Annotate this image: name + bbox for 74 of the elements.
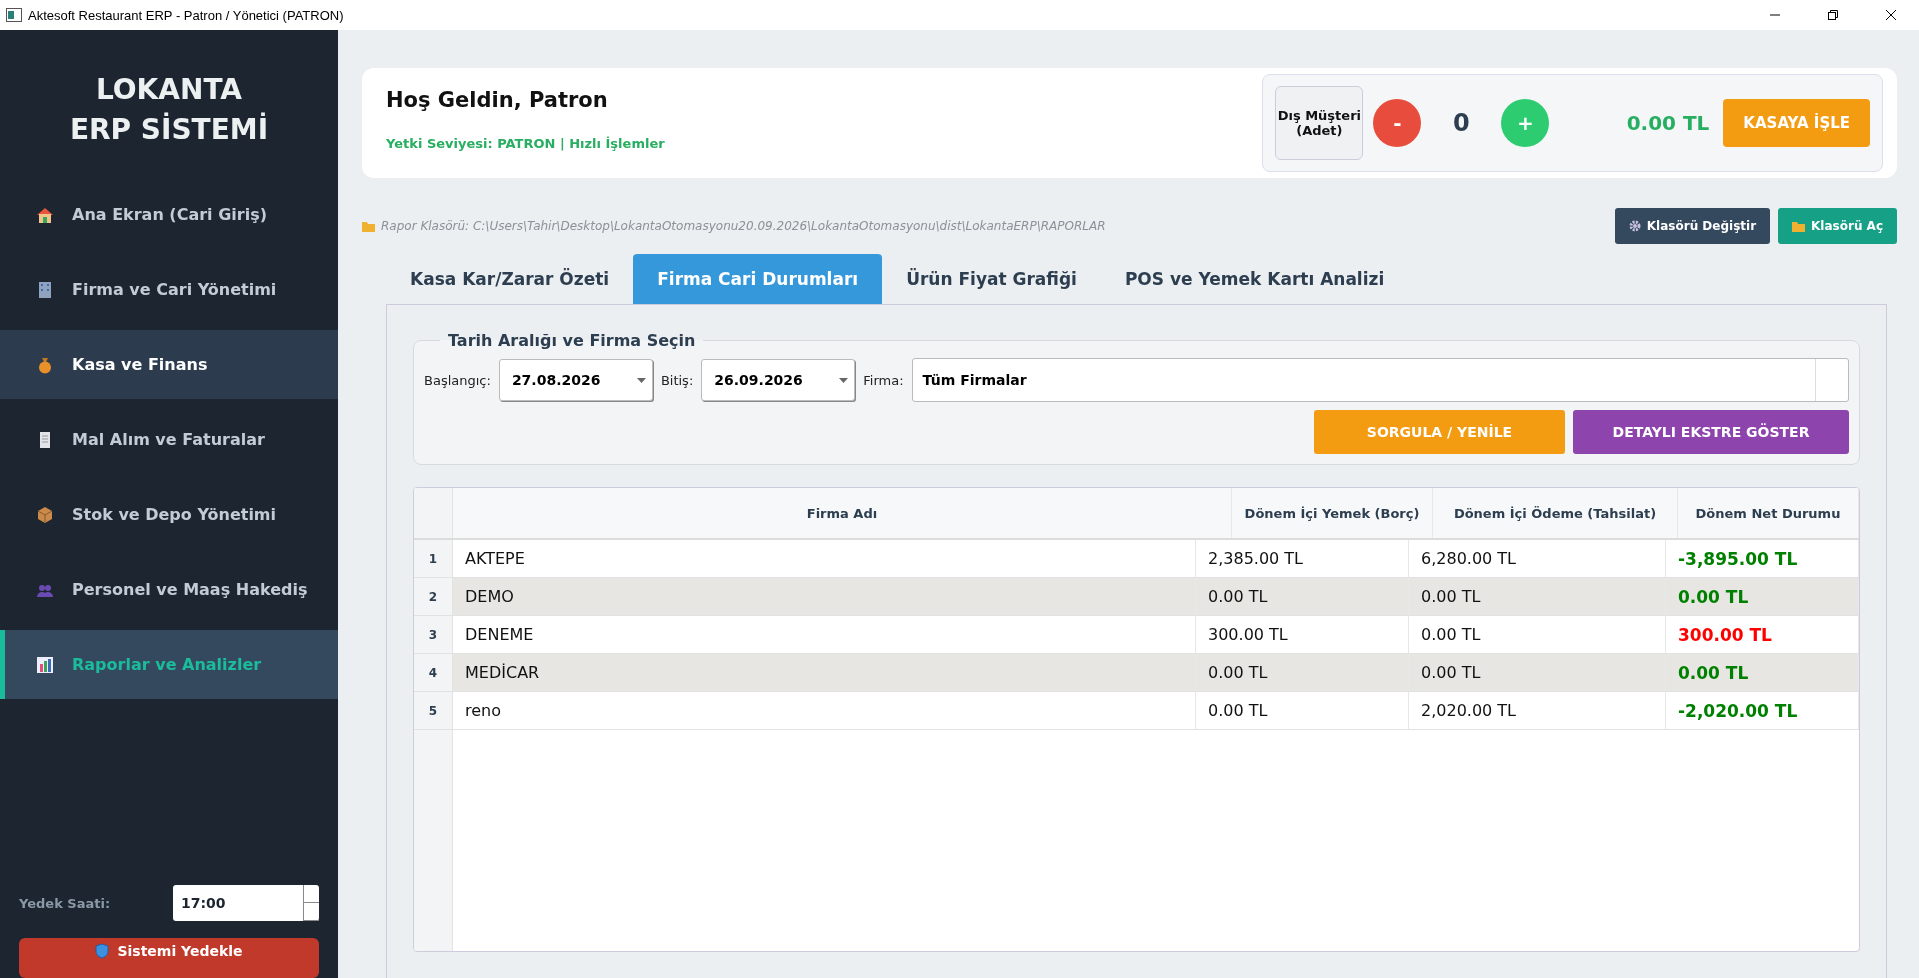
firm-label: Firma: [863, 372, 904, 388]
sidebar-item[interactable]: Raporlar ve Analizler [0, 630, 338, 699]
table-cell: 0.00 TL [1196, 578, 1409, 615]
column-header: Firma Adı [453, 488, 1232, 538]
table-cell: 300.00 TL [1196, 616, 1409, 653]
table-cell: 0.00 TL [1409, 654, 1666, 691]
row-number: 4 [414, 654, 453, 691]
row-number: 5 [414, 692, 453, 729]
tab[interactable]: Ürün Fiyat Grafiği [882, 254, 1101, 304]
permission-text: Yetki Seviyesi: PATRON | Hızlı İşlemler [386, 135, 665, 151]
dropdown-arrow-icon [839, 377, 849, 383]
row-number: 1 [414, 540, 453, 577]
decrement-button[interactable]: - [1373, 99, 1422, 147]
table-cell: 300.00 TL [1666, 616, 1859, 653]
sidebar-item[interactable]: Firma ve Cari Yönetimi [0, 255, 338, 324]
table-cell: 2,385.00 TL [1196, 540, 1409, 577]
sidebar-item[interactable]: Kasa ve Finans [0, 330, 338, 399]
sidebar-item[interactable]: Personel ve Maaş Hakediş [0, 555, 338, 624]
table-cell: 6,280.00 TL [1409, 540, 1666, 577]
tab[interactable]: POS ve Yemek Kartı Analizi [1100, 254, 1409, 304]
sidebar-item[interactable]: Mal Alım ve Faturalar [0, 405, 338, 474]
backup-time-label: Yedek Saati: [19, 895, 111, 911]
total-amount: 0.00 TL [1625, 111, 1710, 135]
column-header: Dönem İçi Ödeme (Tahsilat) [1433, 488, 1678, 538]
column-header: Dönem Net Durumu [1678, 488, 1859, 538]
backup-button[interactable]: Sistemi Yedekle [19, 938, 319, 978]
sidebar-item[interactable]: Ana Ekran (Cari Giriş) [0, 180, 338, 249]
end-date-label: Bitiş: [660, 372, 694, 388]
report-folder-path: Rapor Klasörü: C:\Users\Tahir\Desktop\LokantaOtomasyonu20.09.2026\LokantaOtomasyonu\dist\LokantaERP\RAPORLAR [381, 219, 1106, 233]
table-cell: DEMO [453, 578, 1196, 615]
restore-icon[interactable] [1827, 9, 1839, 21]
close-icon[interactable] [1885, 9, 1897, 21]
firm-dropdown[interactable]: Tüm Firmalar [911, 358, 1849, 402]
table-cell: -3,895.00 TL [1666, 540, 1859, 577]
row-number: 2 [414, 578, 453, 615]
table-cell: reno [453, 692, 1196, 729]
start-date-label: Başlangıç: [424, 372, 491, 388]
bar-chart-icon [36, 655, 54, 674]
table-cell: 0.00 TL [1196, 654, 1409, 691]
row-number: 3 [414, 616, 453, 653]
money-bag-icon [36, 355, 54, 374]
end-date-field[interactable]: 26.09.2026 [701, 359, 856, 401]
app-icon [6, 8, 22, 22]
table-cell: 0.00 TL [1409, 578, 1666, 615]
count-value: 0 [1452, 109, 1471, 137]
window-title: Aktesoft Restaurant ERP - Patron / Yönetici (PATRON) [28, 7, 344, 23]
folder-icon [362, 220, 375, 232]
table-cell: 0.00 TL [1409, 616, 1666, 653]
greeting-text: Hoş Geldin, Patron [386, 87, 609, 112]
sidebar-item[interactable]: Stok ve Depo Yönetimi [0, 480, 338, 549]
dropdown-arrow-icon [636, 377, 646, 383]
counter-label: Dış Müşteri (Adet) [1275, 86, 1364, 160]
table-cell: -2,020.00 TL [1666, 692, 1859, 729]
gear-icon [1628, 220, 1641, 232]
table-cell: 0.00 TL [1666, 654, 1859, 691]
folder-icon [1792, 220, 1806, 232]
table-cell: 0.00 TL [1196, 692, 1409, 729]
table-cell: DENEME [453, 616, 1196, 653]
table-cell: AKTEPE [453, 540, 1196, 577]
table-cell: MEDİCAR [453, 654, 1196, 691]
shield-icon [95, 943, 110, 959]
detail-statement-button[interactable]: DETAYLI EKSTRE GÖSTER [1573, 410, 1849, 454]
box-icon [36, 505, 54, 524]
building-icon [36, 280, 54, 299]
app-logo-text: LOKANTA ERP SİSTEMİ [68, 72, 270, 148]
filter-group-title: Tarih Aralığı ve Firma Seçin [447, 331, 697, 350]
change-folder-button[interactable]: Klasörü Değiştir [1614, 208, 1771, 244]
start-date-field[interactable]: 27.08.2026 [498, 359, 653, 401]
backup-time-field[interactable]: 17:00 [173, 885, 319, 921]
column-header: Dönem İçi Yemek (Borç) [1232, 488, 1433, 538]
house-icon [36, 205, 54, 224]
table-cell: 0.00 TL [1666, 578, 1859, 615]
table-cell: 2,020.00 TL [1409, 692, 1666, 729]
tab[interactable]: Kasa Kar/Zarar Özeti [386, 254, 634, 304]
